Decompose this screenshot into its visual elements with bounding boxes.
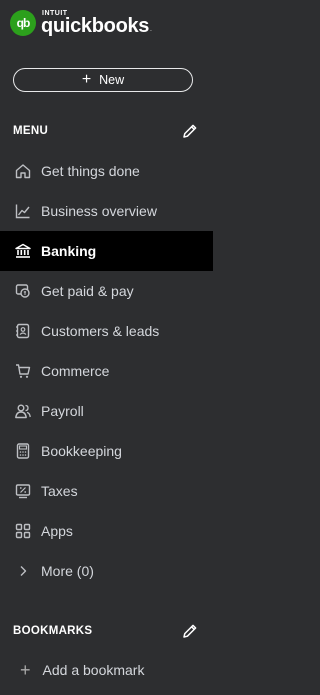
nav-item-label: Payroll [41, 403, 84, 419]
nav-item-get-things-done[interactable]: Get things done [0, 151, 213, 191]
cart-icon [14, 362, 32, 380]
menu-edit-pencil-icon[interactable] [181, 122, 199, 140]
nav-item-bookkeeping[interactable]: Bookkeeping [0, 431, 213, 471]
nav-item-business-overview[interactable]: Business overview [0, 191, 213, 231]
payment-card-icon [14, 282, 32, 300]
quickbooks-logo[interactable]: qb INTUIT quickbooks . [10, 9, 152, 37]
nav-item-banking[interactable]: Banking [0, 231, 213, 271]
tax-form-icon [14, 482, 32, 500]
new-button[interactable]: + New [13, 68, 193, 92]
apps-grid-icon [14, 522, 32, 540]
nav-item-label: Get paid & pay [41, 283, 134, 299]
nav-item-get-paid-pay[interactable]: Get paid & pay [0, 271, 213, 311]
nav-item-label: Commerce [41, 363, 110, 379]
nav-item-apps[interactable]: Apps [0, 511, 213, 551]
nav-item-label: Taxes [41, 483, 78, 499]
people-icon [14, 402, 32, 420]
calculator-icon [14, 442, 32, 460]
nav-item-label: Banking [41, 243, 97, 259]
bookmarks-edit-pencil-icon[interactable] [181, 622, 199, 640]
contact-card-icon [14, 322, 32, 340]
add-bookmark-label: Add a bookmark [42, 662, 145, 678]
nav-item-label: More (0) [41, 563, 94, 579]
nav-item-label: Get things done [41, 163, 140, 179]
plus-icon: + [81, 70, 92, 88]
trend-chart-icon [14, 202, 32, 220]
logo-trademark: . [150, 27, 152, 33]
bookmarks-title: BOOKMARKS [13, 625, 93, 637]
nav-item-more[interactable]: More (0) [0, 551, 213, 591]
logo-wordmark: INTUIT quickbooks . [41, 10, 152, 36]
quickbooks-logo-mark: qb [10, 10, 36, 36]
nav-item-label: Apps [41, 523, 73, 539]
nav-item-label: Bookkeeping [41, 443, 122, 459]
menu-title: MENU [13, 125, 49, 137]
new-button-label: New [99, 73, 125, 87]
logo-quickbooks-text: quickbooks [41, 15, 150, 37]
nav-item-commerce[interactable]: Commerce [0, 351, 213, 391]
nav-item-label: Customers & leads [41, 323, 160, 339]
main-nav: Get things done Business overview Bankin… [0, 151, 213, 591]
nav-item-customers-leads[interactable]: Customers & leads [0, 311, 213, 351]
chevron-right-icon [14, 562, 32, 580]
add-bookmark-button[interactable]: + Add a bookmark [20, 661, 144, 679]
nav-item-taxes[interactable]: Taxes [0, 471, 213, 511]
bank-icon [14, 242, 32, 260]
nav-item-payroll[interactable]: Payroll [0, 391, 213, 431]
home-icon [14, 162, 32, 180]
nav-item-label: Business overview [41, 203, 157, 219]
plus-icon: + [20, 660, 31, 680]
